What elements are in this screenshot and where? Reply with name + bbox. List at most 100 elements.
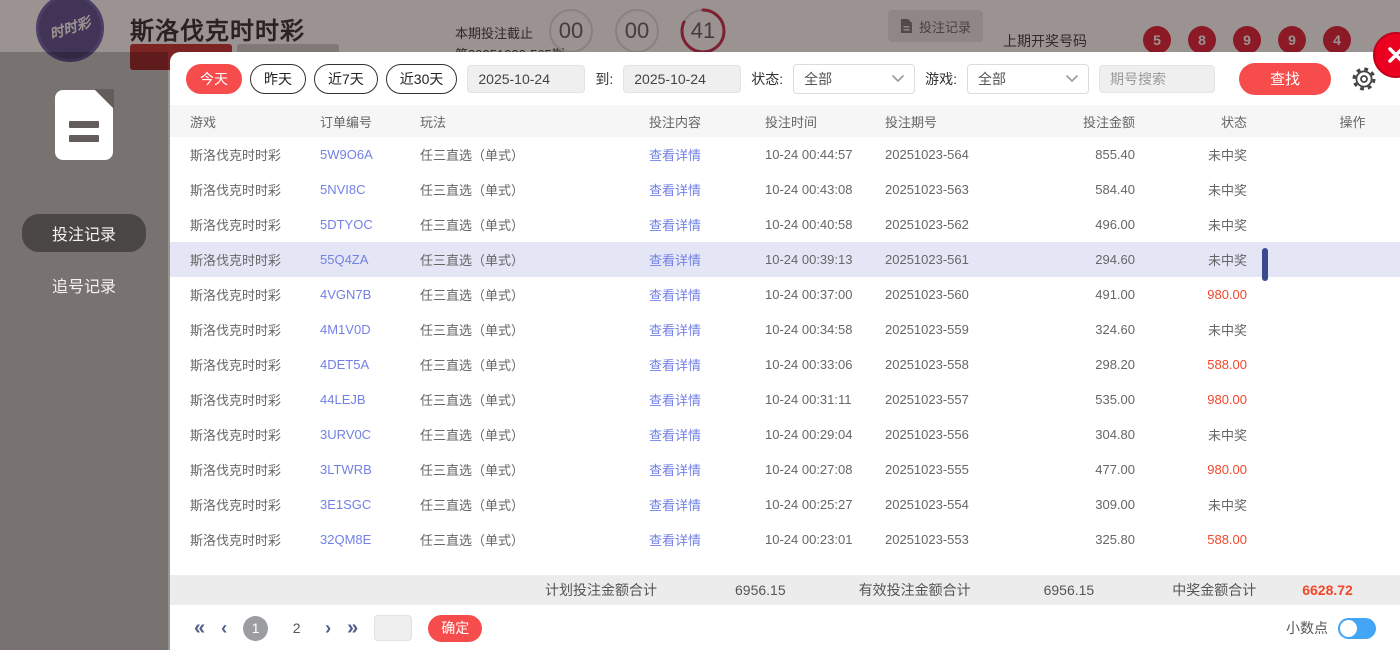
cell-time: 10-24 00:27:08 bbox=[750, 462, 875, 477]
cell-status: 未中奖 bbox=[1140, 145, 1250, 164]
cell-status: 980.00 bbox=[1140, 287, 1250, 302]
game-select[interactable]: 全部 bbox=[967, 64, 1089, 94]
date-to-input[interactable] bbox=[623, 65, 741, 93]
cell-status: 未中奖 bbox=[1140, 180, 1250, 199]
cell-play: 任三直选（单式） bbox=[420, 355, 600, 374]
order-link[interactable]: 5DTYOC bbox=[320, 217, 420, 232]
win-total-value: 6628.72 bbox=[1302, 582, 1353, 598]
order-link[interactable]: 3URV0C bbox=[320, 427, 420, 442]
view-detail-link[interactable]: 查看详情 bbox=[600, 215, 750, 234]
chevron-down-icon bbox=[892, 75, 904, 82]
quick-range-button[interactable]: 今天 bbox=[186, 64, 242, 94]
scrollbar-thumb[interactable] bbox=[1262, 248, 1268, 281]
last-page-button[interactable]: » bbox=[347, 618, 358, 638]
to-label: 到: bbox=[595, 69, 613, 89]
sidebar-item[interactable]: 投注记录 bbox=[22, 214, 146, 252]
order-link[interactable]: 4M1V0D bbox=[320, 322, 420, 337]
view-detail-link[interactable]: 查看详情 bbox=[600, 250, 750, 269]
order-link[interactable]: 32QM8E bbox=[320, 532, 420, 547]
view-detail-link[interactable]: 查看详情 bbox=[600, 145, 750, 164]
order-link[interactable]: 4DET5A bbox=[320, 357, 420, 372]
view-detail-link[interactable]: 查看详情 bbox=[600, 180, 750, 199]
sidebar-item[interactable]: 追号记录 bbox=[22, 266, 146, 304]
order-link[interactable]: 44LEJB bbox=[320, 392, 420, 407]
cell-game: 斯洛伐克时时彩 bbox=[170, 390, 320, 409]
view-detail-link[interactable]: 查看详情 bbox=[600, 285, 750, 304]
cell-amount: 294.60 bbox=[1030, 252, 1140, 267]
order-link[interactable]: 3LTWRB bbox=[320, 462, 420, 477]
cell-game: 斯洛伐克时时彩 bbox=[170, 215, 320, 234]
cell-play: 任三直选（单式） bbox=[420, 285, 600, 304]
cell-play: 任三直选（单式） bbox=[420, 145, 600, 164]
game-label: 游戏: bbox=[925, 69, 957, 89]
cell-game: 斯洛伐克时时彩 bbox=[170, 285, 320, 304]
column-header: 投注时间 bbox=[750, 112, 875, 131]
cell-status: 未中奖 bbox=[1140, 495, 1250, 514]
decimal-toggle-group: 小数点 bbox=[1286, 618, 1376, 639]
view-detail-link[interactable]: 查看详情 bbox=[600, 460, 750, 479]
column-header: 投注金额 bbox=[1030, 112, 1140, 131]
confirm-button[interactable]: 确定 bbox=[428, 615, 482, 642]
cell-time: 10-24 00:25:27 bbox=[750, 497, 875, 512]
period-search-input[interactable] bbox=[1099, 65, 1215, 93]
planned-total-label: 计划投注金额合计 bbox=[545, 580, 657, 600]
page-button[interactable]: 2 bbox=[284, 620, 309, 636]
next-page-button[interactable]: › bbox=[325, 619, 331, 637]
cell-period: 20251023-559 bbox=[875, 322, 1030, 337]
cell-amount: 535.00 bbox=[1030, 392, 1140, 407]
cell-time: 10-24 00:33:06 bbox=[750, 357, 875, 372]
table-row: 斯洛伐克时时彩3LTWRB任三直选（单式）查看详情10-24 00:27:082… bbox=[170, 452, 1400, 487]
first-page-button[interactable]: « bbox=[194, 618, 205, 638]
view-detail-link[interactable]: 查看详情 bbox=[600, 495, 750, 514]
settings-gear-icon[interactable] bbox=[1351, 66, 1377, 92]
view-detail-link[interactable]: 查看详情 bbox=[600, 320, 750, 339]
cell-game: 斯洛伐克时时彩 bbox=[170, 320, 320, 339]
quick-range-button[interactable]: 昨天 bbox=[250, 64, 306, 94]
decimal-toggle[interactable] bbox=[1338, 618, 1376, 639]
status-select-value: 全部 bbox=[804, 69, 832, 89]
order-link[interactable]: 5NVI8C bbox=[320, 182, 420, 197]
summary-row: 计划投注金额合计 6956.15 有效投注金额合计 6956.15 中奖金额合计… bbox=[170, 575, 1400, 605]
view-detail-link[interactable]: 查看详情 bbox=[600, 425, 750, 444]
quick-range-button[interactable]: 近7天 bbox=[314, 64, 378, 94]
quick-range-button[interactable]: 近30天 bbox=[386, 64, 458, 94]
cell-game: 斯洛伐克时时彩 bbox=[170, 425, 320, 444]
page-buttons: 12 bbox=[243, 616, 309, 641]
page-button[interactable]: 1 bbox=[243, 616, 268, 641]
view-detail-link[interactable]: 查看详情 bbox=[600, 530, 750, 549]
chevron-down-icon bbox=[1066, 75, 1078, 82]
order-link[interactable]: 5W9O6A bbox=[320, 147, 420, 162]
page-jump-input[interactable] bbox=[374, 615, 412, 641]
cell-amount: 584.40 bbox=[1030, 182, 1140, 197]
cell-play: 任三直选（单式） bbox=[420, 530, 600, 549]
order-link[interactable]: 55Q4ZA bbox=[320, 252, 420, 267]
date-from-input[interactable] bbox=[467, 65, 585, 93]
search-button[interactable]: 查找 bbox=[1239, 63, 1331, 95]
table-row: 斯洛伐克时时彩4VGN7B任三直选（单式）查看详情10-24 00:37:002… bbox=[170, 277, 1400, 312]
cell-time: 10-24 00:40:58 bbox=[750, 217, 875, 232]
cell-period: 20251023-553 bbox=[875, 532, 1030, 547]
table-row: 斯洛伐克时时彩3URV0C任三直选（单式）查看详情10-24 00:29:042… bbox=[170, 417, 1400, 452]
decimal-label: 小数点 bbox=[1286, 618, 1328, 638]
column-header: 游戏 bbox=[170, 112, 320, 131]
prev-page-button[interactable]: ‹ bbox=[221, 619, 227, 637]
close-icon bbox=[1386, 45, 1400, 65]
bet-records-modal: 今天昨天近7天近30天 到: 状态: 全部 游戏: 全部 查找 游戏订单编号玩法… bbox=[170, 52, 1400, 650]
sidebar-menu: 投注记录追号记录 bbox=[0, 214, 168, 304]
cell-time: 10-24 00:31:11 bbox=[750, 392, 875, 407]
column-header: 操作 bbox=[1250, 112, 1400, 131]
valid-total-value: 6956.15 bbox=[1044, 582, 1095, 598]
cell-game: 斯洛伐克时时彩 bbox=[170, 145, 320, 164]
table-row: 斯洛伐克时时彩5W9O6A任三直选（单式）查看详情10-24 00:44:572… bbox=[170, 137, 1400, 172]
order-link[interactable]: 3E1SGC bbox=[320, 497, 420, 512]
cell-status: 980.00 bbox=[1140, 462, 1250, 477]
order-link[interactable]: 4VGN7B bbox=[320, 287, 420, 302]
column-header: 状态 bbox=[1140, 112, 1250, 131]
cell-amount: 324.60 bbox=[1030, 322, 1140, 337]
modal-sidebar: 投注记录追号记录 bbox=[0, 52, 168, 650]
view-detail-link[interactable]: 查看详情 bbox=[600, 390, 750, 409]
status-select[interactable]: 全部 bbox=[793, 64, 915, 94]
view-detail-link[interactable]: 查看详情 bbox=[600, 355, 750, 374]
cell-period: 20251023-554 bbox=[875, 497, 1030, 512]
table-header: 游戏订单编号玩法投注内容投注时间投注期号投注金额状态操作 bbox=[170, 105, 1400, 137]
